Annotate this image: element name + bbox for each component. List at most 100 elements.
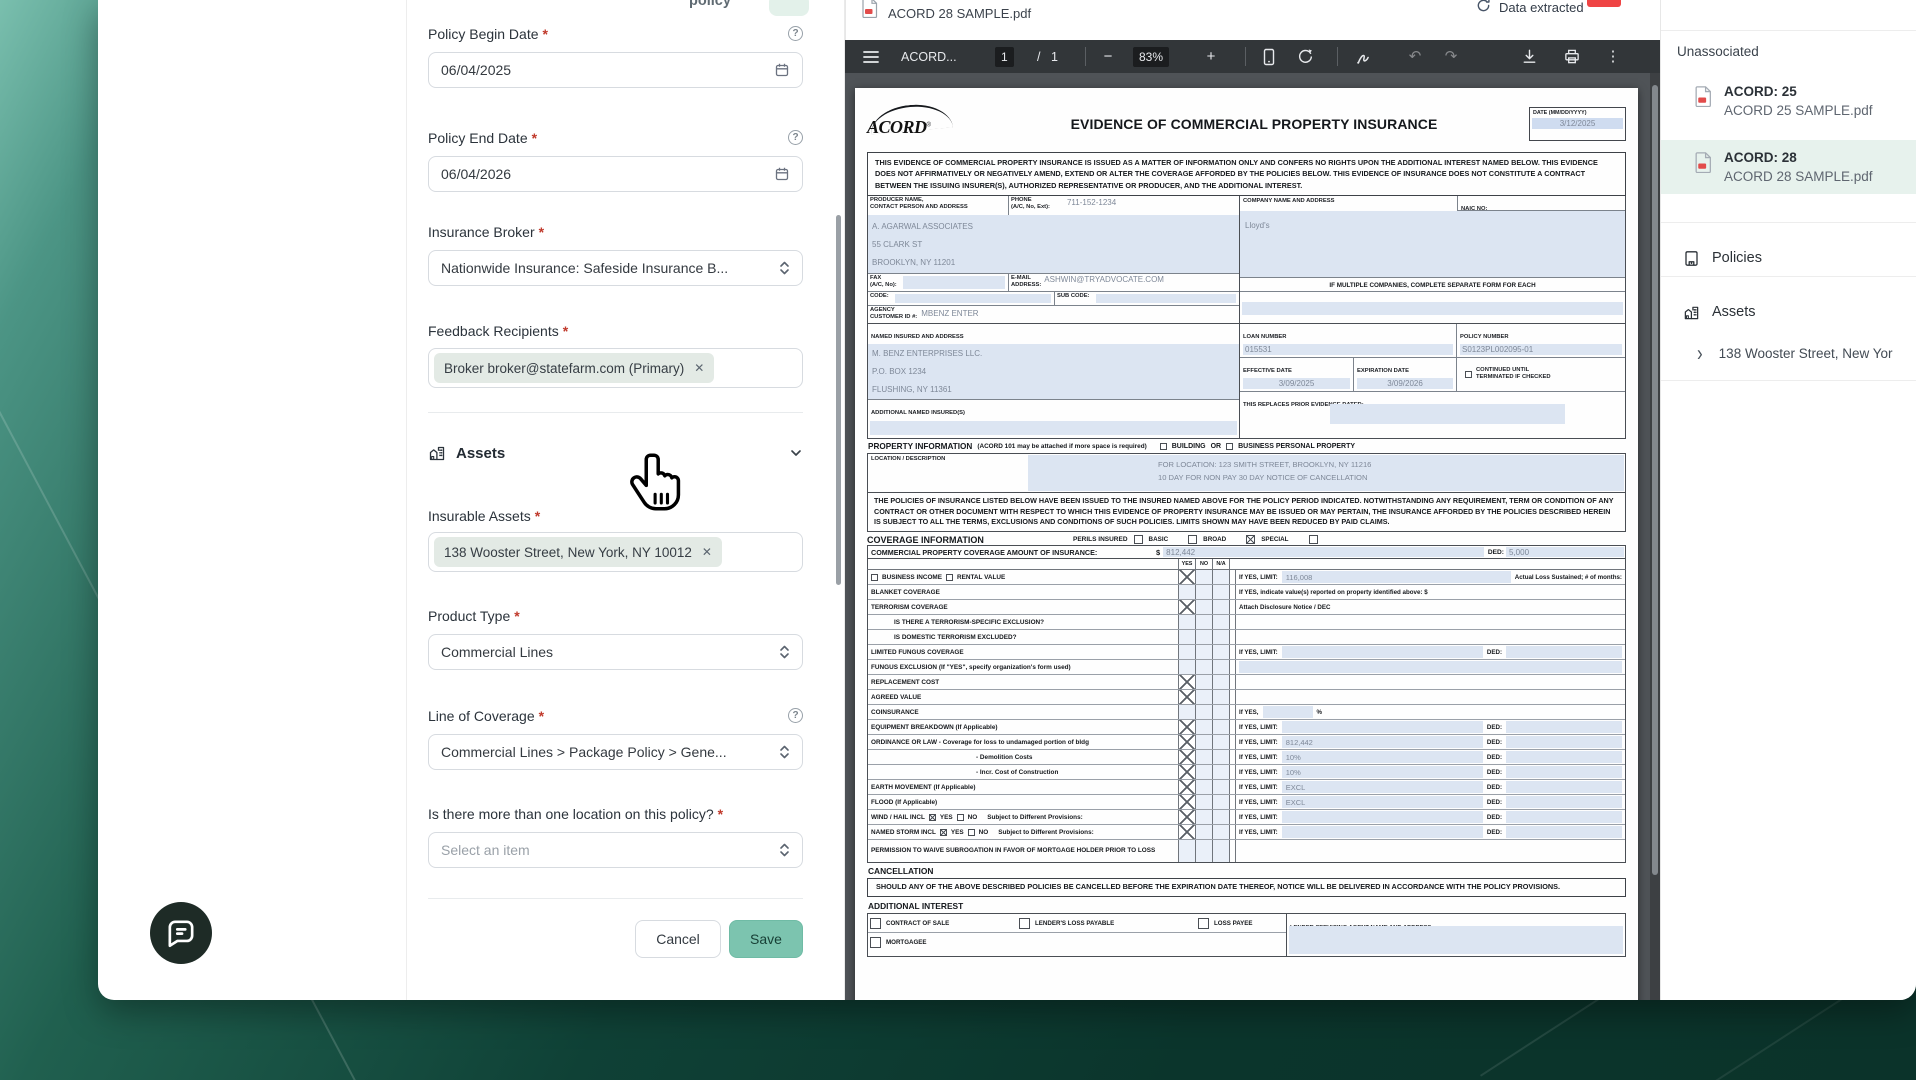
divider (428, 898, 803, 899)
rotate-icon[interactable] (1293, 40, 1317, 73)
fit-page-icon[interactable] (1257, 40, 1281, 73)
coverage-na-cell (1213, 600, 1230, 614)
recipient-chip[interactable]: Broker broker@statefarm.com (Primary) ✕ (434, 353, 714, 383)
checked-checkbox (870, 937, 881, 948)
coverage-no-cell (1196, 810, 1213, 824)
page-count: 1 (1051, 40, 1058, 73)
product-type-select[interactable]: Commercial Lines (428, 634, 803, 670)
coverage-yes-cell (1179, 675, 1196, 689)
redo-icon[interactable]: ↷ (1439, 40, 1463, 73)
zoom-in-icon[interactable]: + (1200, 40, 1222, 73)
coverage-no-cell (1196, 615, 1213, 629)
chevron-down-icon[interactable] (789, 446, 803, 460)
sidebar-item-assets[interactable]: Assets (1661, 294, 1916, 330)
document-title: ACORD: 25 (1724, 84, 1873, 99)
help-icon[interactable]: ? (788, 130, 803, 145)
documents-sidebar: Unassociated ACORD: 25 ACORD 25 SAMPLE.p… (1660, 0, 1916, 1000)
cancel-button[interactable]: Cancel (635, 920, 721, 958)
pdf-coverage-amount-row: COMMERCIAL PROPERTY COVERAGE AMOUNT OF I… (867, 545, 1626, 559)
policy-begin-date-input[interactable]: 06/04/2025 (428, 52, 803, 88)
clipped-panel-button[interactable] (769, 0, 809, 16)
checkbox (968, 829, 975, 836)
coverage-no-cell (1196, 675, 1213, 689)
asset-chip[interactable]: 138 Wooster Street, New York, NY 10012 ✕ (434, 537, 722, 567)
sidebar-item-policies[interactable]: Policies (1661, 240, 1916, 276)
policy-end-date-input[interactable]: 06/04/2026 (428, 156, 803, 192)
assets-section-header[interactable]: Assets (428, 440, 803, 466)
annotate-pen-icon[interactable] (1351, 40, 1377, 73)
viewer-header: ACORD 28 SAMPLE.pdf Data extracted (845, 0, 1660, 40)
multi-location-select[interactable]: Select an item (428, 832, 803, 868)
divider (428, 412, 803, 413)
building-icon (428, 444, 446, 462)
pdf-producer-section: PRODUCER NAME, CONTACT PERSON AND ADDRES… (867, 196, 1626, 324)
checked-checkbox (1198, 918, 1209, 929)
asset-item-138-wooster[interactable]: › 138 Wooster Street, New Yor (1661, 336, 1916, 370)
chevron-right-icon[interactable]: › (1697, 342, 1703, 364)
calendar-icon (774, 166, 790, 182)
coverage-na-cell (1213, 630, 1230, 644)
form-scrollbar[interactable] (836, 215, 841, 585)
insurable-assets-field[interactable]: 138 Wooster Street, New York, NY 10012 ✕ (428, 532, 803, 572)
help-icon[interactable]: ? (788, 708, 803, 723)
coverage-yes-cell (1179, 720, 1196, 734)
coverage-na-cell (1213, 810, 1230, 824)
coverage-rows: BUSINESS INCOMERENTAL VALUEIf YES, LIMIT… (867, 569, 1626, 863)
coverage-row: BUSINESS INCOMERENTAL VALUEIf YES, LIMIT… (868, 570, 1625, 585)
zoom-level[interactable]: 83% (1133, 40, 1169, 73)
app-window: policy Policy Begin Date* ? 06/04/2025 P… (98, 0, 1916, 1000)
print-icon[interactable] (1559, 40, 1585, 73)
coverage-no-cell (1196, 570, 1213, 584)
coverage-na-cell (1213, 825, 1230, 839)
coverage-yes-cell (1179, 615, 1196, 629)
pdf-scrollbar[interactable] (1650, 73, 1660, 1000)
coverage-yes-cell (1179, 780, 1196, 794)
feedback-recipients-field[interactable]: Broker broker@statefarm.com (Primary) ✕ (428, 348, 803, 388)
coverage-row: BLANKET COVERAGEIf YES, indicate value(s… (868, 585, 1625, 600)
coverage-yes-cell (1179, 630, 1196, 644)
pdf-content-area[interactable]: ACORD® EVIDENCE OF COMMERCIAL PROPERTY I… (845, 73, 1660, 1000)
chat-bubble-icon (164, 916, 198, 950)
document-item-acord-25[interactable]: ACORD: 25 ACORD 25 SAMPLE.pdf (1661, 74, 1916, 128)
pdf-scrollbar-thumb[interactable] (1652, 85, 1658, 875)
coverage-row: EARTH MOVEMENT (If Applicable)If YES, LI… (868, 780, 1625, 795)
checkbox (1160, 443, 1167, 450)
coverage-row: EQUIPMENT BREAKDOWN (If Applicable)If YE… (868, 720, 1625, 735)
chat-widget-button[interactable] (150, 902, 212, 964)
remove-chip-icon[interactable]: ✕ (702, 545, 712, 559)
status-text: Data extracted (1499, 0, 1584, 15)
menu-icon[interactable] (859, 40, 883, 73)
coverage-yes-cell (1179, 810, 1196, 824)
more-options-icon[interactable]: ⋮ (1603, 40, 1623, 73)
line-of-coverage-select[interactable]: Commercial Lines > Package Policy > Gene… (428, 734, 803, 770)
document-item-acord-28[interactable]: ACORD: 28 ACORD 28 SAMPLE.pdf (1661, 140, 1916, 194)
coverage-na-cell (1213, 840, 1230, 862)
pdf-policies-note: THE POLICIES OF INSURANCE LISTED BELOW H… (867, 493, 1626, 532)
undo-icon[interactable]: ↶ (1403, 40, 1427, 73)
zoom-out-icon[interactable]: − (1097, 40, 1119, 73)
page-number-input[interactable]: 1 (995, 40, 1014, 73)
pdf-cancellation-text: SHOULD ANY OF THE ABOVE DESCRIBED POLICI… (867, 878, 1626, 897)
divider (1245, 47, 1246, 66)
remove-chip-icon[interactable]: ✕ (694, 361, 704, 375)
download-icon[interactable] (1517, 40, 1541, 73)
coverage-yes-cell (1179, 825, 1196, 839)
checkbox (1465, 371, 1472, 378)
building-icon (1683, 304, 1700, 321)
pdf-form-title: EVIDENCE OF COMMERCIAL PROPERTY INSURANC… (979, 99, 1529, 149)
page-separator: / (1037, 40, 1040, 73)
insurance-broker-select[interactable]: Nationwide Insurance: Safeside Insurance… (428, 250, 803, 286)
coverage-row: FLOOD (If Applicable)If YES, LIMIT:EXCLD… (868, 795, 1625, 810)
coverage-no-cell (1196, 825, 1213, 839)
coverage-na-cell (1213, 690, 1230, 704)
help-icon[interactable]: ? (788, 26, 803, 41)
coverage-na-cell (1213, 570, 1230, 584)
pdf-file-icon (1695, 86, 1712, 107)
pdf-cancellation-title: CANCELLATION (867, 863, 1626, 878)
coverage-na-cell (1213, 585, 1230, 599)
divider (1337, 47, 1338, 66)
line-of-coverage-label: Line of Coverage* ? (428, 708, 803, 724)
multi-location-label: Is there more than one location on this … (428, 806, 803, 822)
coverage-na-cell (1213, 735, 1230, 749)
save-button[interactable]: Save (729, 920, 803, 958)
